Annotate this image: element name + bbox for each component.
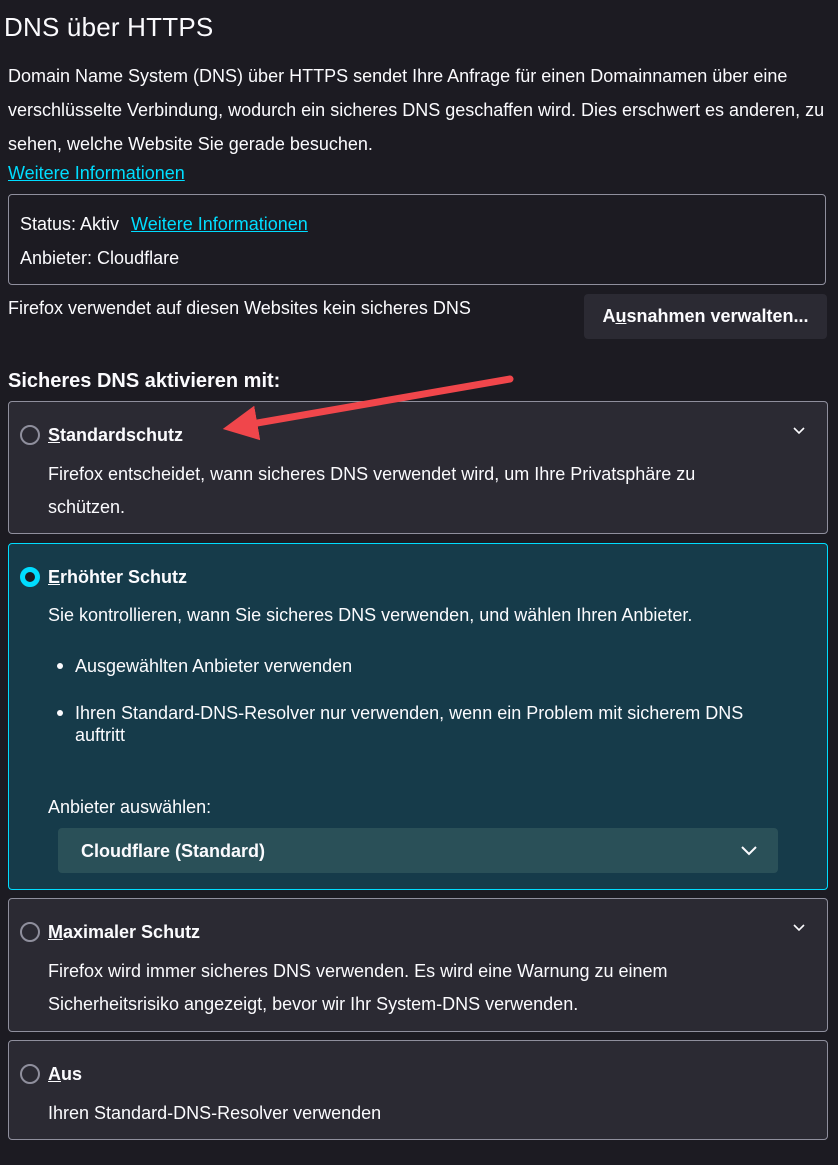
label-accesskey: A — [48, 1064, 61, 1084]
section-title: DNS über HTTPS — [4, 12, 214, 42]
radio-default-protection[interactable] — [20, 425, 40, 445]
option-default-protection[interactable]: Standardschutz Firefox entscheidet, wann… — [8, 401, 828, 534]
option-off[interactable]: Aus Ihren Standard-DNS-Resolver verwende… — [8, 1040, 828, 1140]
exceptions-description: Firefox verwendet auf diesen Websites ke… — [8, 298, 471, 318]
option-label-off[interactable]: Aus — [48, 1062, 82, 1086]
dns-over-https-settings: DNS über HTTPS Domain Name System (DNS) … — [0, 0, 838, 1165]
button-accesskey: u — [615, 306, 627, 326]
status-box: Status: Aktiv Weitere Informationen Anbie… — [8, 194, 826, 285]
option-description: Sie kontrollieren, wann Sie sicheres DNS… — [48, 605, 693, 625]
provider-status: Anbieter: Cloudflare — [20, 248, 180, 268]
option-label-increased[interactable]: Erhöhter Schutz — [48, 565, 187, 589]
status-text: Status: Aktiv — [20, 214, 120, 234]
button-text-start: A — [602, 306, 616, 326]
option-increased-protection[interactable]: Erhöhter Schutz Sie kontrollieren, wann … — [8, 543, 828, 890]
manage-exceptions-button[interactable]: Au snahmen verwalten... — [584, 294, 827, 339]
label-accesskey: S — [48, 425, 61, 445]
label-rest: us — [61, 1064, 83, 1084]
bullet-item: Ihren Standard-DNS-Resolver nur verwende… — [57, 702, 777, 746]
dropdown-chevron-icon — [741, 846, 757, 856]
button-text-end: snahmen verwalten... — [626, 306, 809, 326]
option-bullet-list: Ausgewählten Anbieter verwenden Ihren St… — [57, 655, 777, 746]
option-label-default[interactable]: Standardschutz — [48, 423, 183, 447]
chevron-down-icon[interactable] — [793, 922, 805, 934]
learn-more-link[interactable]: Weitere Informationen — [8, 161, 185, 185]
option-description: Firefox entscheidet, wann sicheres DNS v… — [48, 464, 696, 517]
option-description: Firefox wird immer sicheres DNS verwende… — [48, 961, 668, 1014]
radio-off[interactable] — [20, 1064, 40, 1084]
label-accesskey: E — [48, 567, 61, 587]
enable-secure-dns-heading: Sicheres DNS aktivieren mit: — [8, 370, 281, 392]
option-max-protection[interactable]: Maximaler Schutz Firefox wird immer sich… — [8, 898, 828, 1032]
label-accesskey: M — [48, 922, 63, 942]
provider-select-value: Cloudflare (Standard) — [81, 841, 266, 861]
radio-increased-protection[interactable] — [20, 567, 40, 587]
option-label-max[interactable]: Maximaler Schutz — [48, 920, 200, 944]
radio-max-protection[interactable] — [20, 922, 40, 942]
status-learn-more-link[interactable]: Weitere Informationen — [131, 214, 308, 234]
label-rest: tandardschutz — [60, 425, 184, 445]
provider-select[interactable]: Cloudflare (Standard) — [58, 828, 778, 873]
bullet-item: Ausgewählten Anbieter verwenden — [57, 655, 777, 677]
option-description: Ihren Standard-DNS-Resolver verwenden — [48, 1103, 382, 1123]
section-description: Domain Name System (DNS) über HTTPS send… — [8, 66, 825, 154]
label-rest: rhöhter Schutz — [60, 567, 188, 587]
status-line: Status: Aktiv Weitere Informationen — [20, 212, 308, 236]
provider-select-label: Anbieter auswählen: — [48, 797, 212, 817]
chevron-down-icon[interactable] — [793, 425, 805, 437]
label-rest: aximaler Schutz — [63, 922, 201, 942]
